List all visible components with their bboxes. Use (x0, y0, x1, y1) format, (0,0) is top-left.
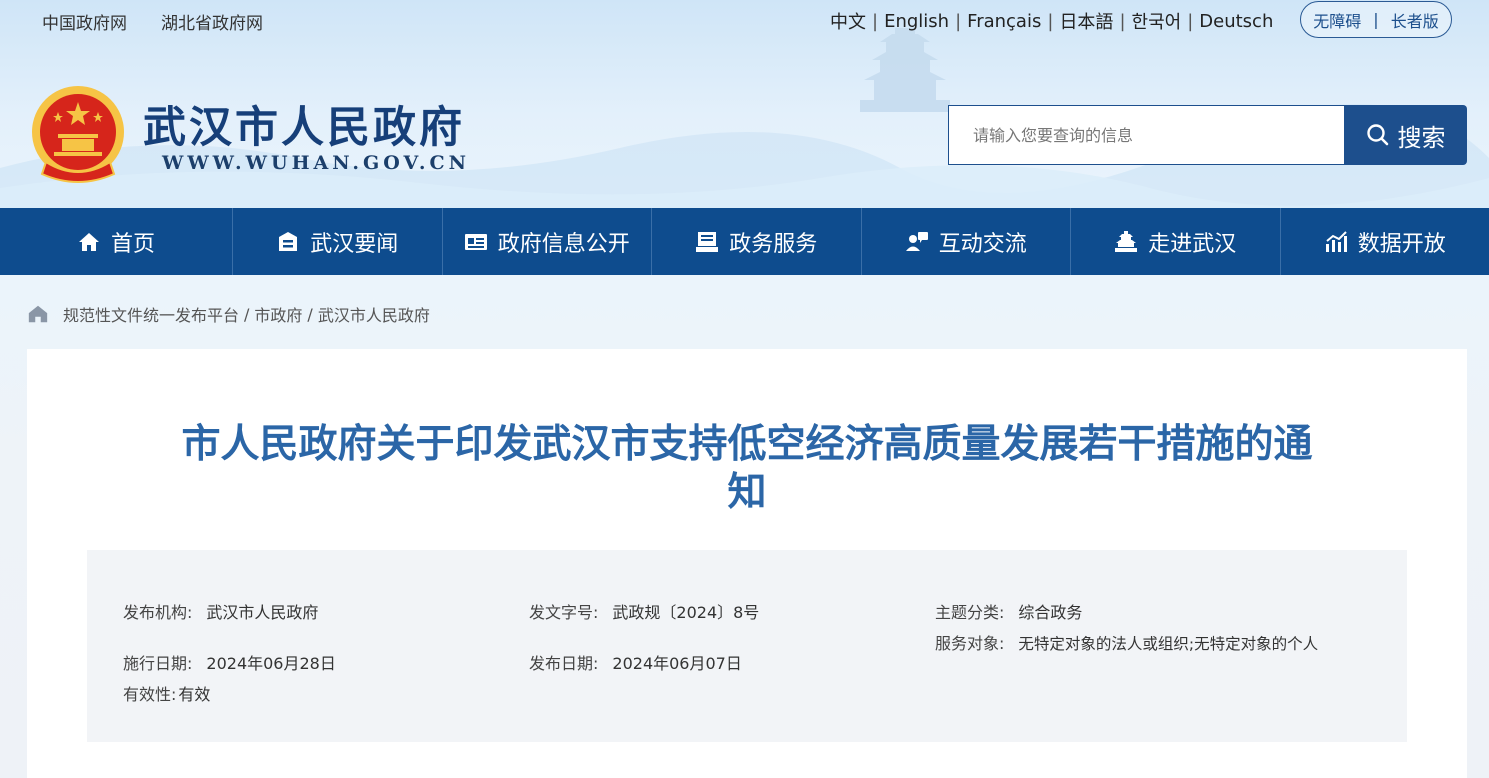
lang-separator: | (872, 10, 879, 32)
nav-item-label: 数据开放 (1357, 231, 1446, 257)
chart-icon (1325, 230, 1347, 252)
home-icon[interactable] (27, 303, 49, 325)
national-emblem-icon (32, 86, 124, 183)
language-switcher: 中文 | English | Français | 日本語 | 한국어 | Deutsch (830, 8, 1273, 34)
elderly-mode-button[interactable]: 长者版 (1391, 8, 1439, 32)
nav-item-label: 走进武汉 (1148, 231, 1237, 257)
nav-item-label: 武汉要闻 (310, 231, 399, 257)
document-card: 市人民政府关于印发武汉市支持低空经济高质量发展若干措施的通知 发布机构: 武汉市… (27, 349, 1467, 778)
nav-item-gov-services[interactable]: 政务服务 (652, 208, 862, 275)
accessibility-toggle: 无障碍 | 长者版 (1300, 1, 1452, 38)
barrier-free-button[interactable]: 无障碍 (1313, 8, 1361, 32)
meta-value: 无特定对象的法人或组织;无特定对象的个人 (1018, 635, 1319, 653)
search-input[interactable] (948, 105, 1344, 165)
nav-item-info-disclosure[interactable]: 政府信息公开 (443, 208, 652, 275)
meta-value: 2024年06月07日 (612, 654, 742, 673)
lang-separator: | (1047, 10, 1054, 32)
nav-item-label: 政务服务 (729, 231, 818, 257)
lang-french[interactable]: Français (967, 11, 1041, 32)
meta-effective-date: 施行日期: 2024年06月28日 (123, 655, 336, 673)
meta-value: 2024年06月28日 (206, 654, 336, 673)
lang-german[interactable]: Deutsch (1199, 11, 1273, 32)
building-icon (1115, 230, 1138, 252)
meta-service-target: 服务对象: 无特定对象的法人或组织;无特定对象的个人 (935, 634, 1345, 654)
meta-label: 有效性: (123, 685, 177, 704)
tower-silhouette (860, 28, 950, 112)
meta-label: 发文字号: (529, 603, 599, 622)
search-button-label: 搜索 (1397, 124, 1446, 152)
meta-value: 有效 (178, 685, 211, 704)
nav-item-about-wuhan[interactable]: 走进武汉 (1071, 208, 1281, 275)
lang-chinese[interactable]: 中文 (830, 8, 866, 34)
meta-doc-number: 发文字号: 武政规〔2024〕8号 (529, 604, 759, 622)
site-url: WWW.WUHAN.GOV.CN (162, 152, 471, 174)
meta-value: 武政规〔2024〕8号 (612, 603, 760, 622)
lang-english[interactable]: English (884, 11, 949, 32)
meta-value: 武汉市人民政府 (206, 603, 319, 622)
nav-item-label: 政府信息公开 (497, 231, 630, 257)
nav-item-home[interactable]: 首页 (0, 208, 233, 275)
meta-publisher: 发布机构: 武汉市人民政府 (123, 604, 318, 622)
meta-value: 综合政务 (1018, 603, 1083, 622)
document-metadata: 发布机构: 武汉市人民政府 发文字号: 武政规〔2024〕8号 主题分类: 综合… (87, 550, 1407, 742)
breadcrumb-separator: / (307, 304, 313, 324)
lang-korean[interactable]: 한국어 (1132, 8, 1182, 34)
meta-label: 发布日期: (529, 654, 599, 673)
lang-separator: | (1187, 10, 1194, 32)
breadcrumb-separator: / (244, 304, 250, 324)
link-hubei-gov[interactable]: 湖北省政府网 (161, 9, 263, 34)
meta-issue-date: 发布日期: 2024年06月07日 (529, 655, 742, 673)
breadcrumb-item[interactable]: 规范性文件统一发布平台 (63, 302, 239, 326)
nav-item-interaction[interactable]: 互动交流 (862, 208, 1071, 275)
search-icon (1366, 124, 1388, 146)
search-button[interactable]: 搜索 (1344, 105, 1467, 165)
service-icon (696, 231, 719, 252)
document-title: 市人民政府关于印发武汉市支持低空经济高质量发展若干措施的通知 (181, 422, 1313, 515)
info-icon (464, 233, 487, 250)
nav-item-label: 首页 (110, 231, 155, 257)
link-central-gov[interactable]: 中国政府网 (42, 9, 127, 34)
breadcrumb-item[interactable]: 市政府 (254, 302, 302, 326)
nav-item-label: 互动交流 (938, 231, 1027, 257)
meta-label: 施行日期: (123, 654, 193, 673)
nav-item-open-data[interactable]: 数据开放 (1281, 208, 1489, 275)
home-icon (78, 232, 99, 251)
breadcrumb: 规范性文件统一发布平台 / 市政府 / 武汉市人民政府 (27, 302, 430, 326)
interact-icon (905, 231, 928, 251)
meta-label: 主题分类: (935, 603, 1005, 622)
lang-separator: | (1119, 10, 1126, 32)
meta-topic: 主题分类: 综合政务 (935, 604, 1082, 622)
lang-japanese[interactable]: 日本語 (1059, 8, 1113, 34)
top-links: 中国政府网 湖北省政府网 (42, 9, 263, 34)
meta-label: 服务对象: (935, 634, 1005, 653)
main-nav: 首页 武汉要闻 政府信息公开 政务服务 互动交流 走进武汉 数据开放 (0, 208, 1489, 275)
access-separator: | (1373, 10, 1379, 29)
site-name: 武汉市人民政府 (143, 103, 465, 153)
header: 中国政府网 湖北省政府网 中文 | English | Français | 日本語 |… (0, 0, 1489, 208)
meta-label: 发布机构: (123, 603, 193, 622)
nav-item-news[interactable]: 武汉要闻 (233, 208, 443, 275)
meta-validity: 有效性: 有效 (123, 686, 210, 704)
breadcrumb-item[interactable]: 武汉市人民政府 (318, 302, 430, 326)
news-icon (279, 231, 298, 251)
lang-separator: | (955, 10, 962, 32)
